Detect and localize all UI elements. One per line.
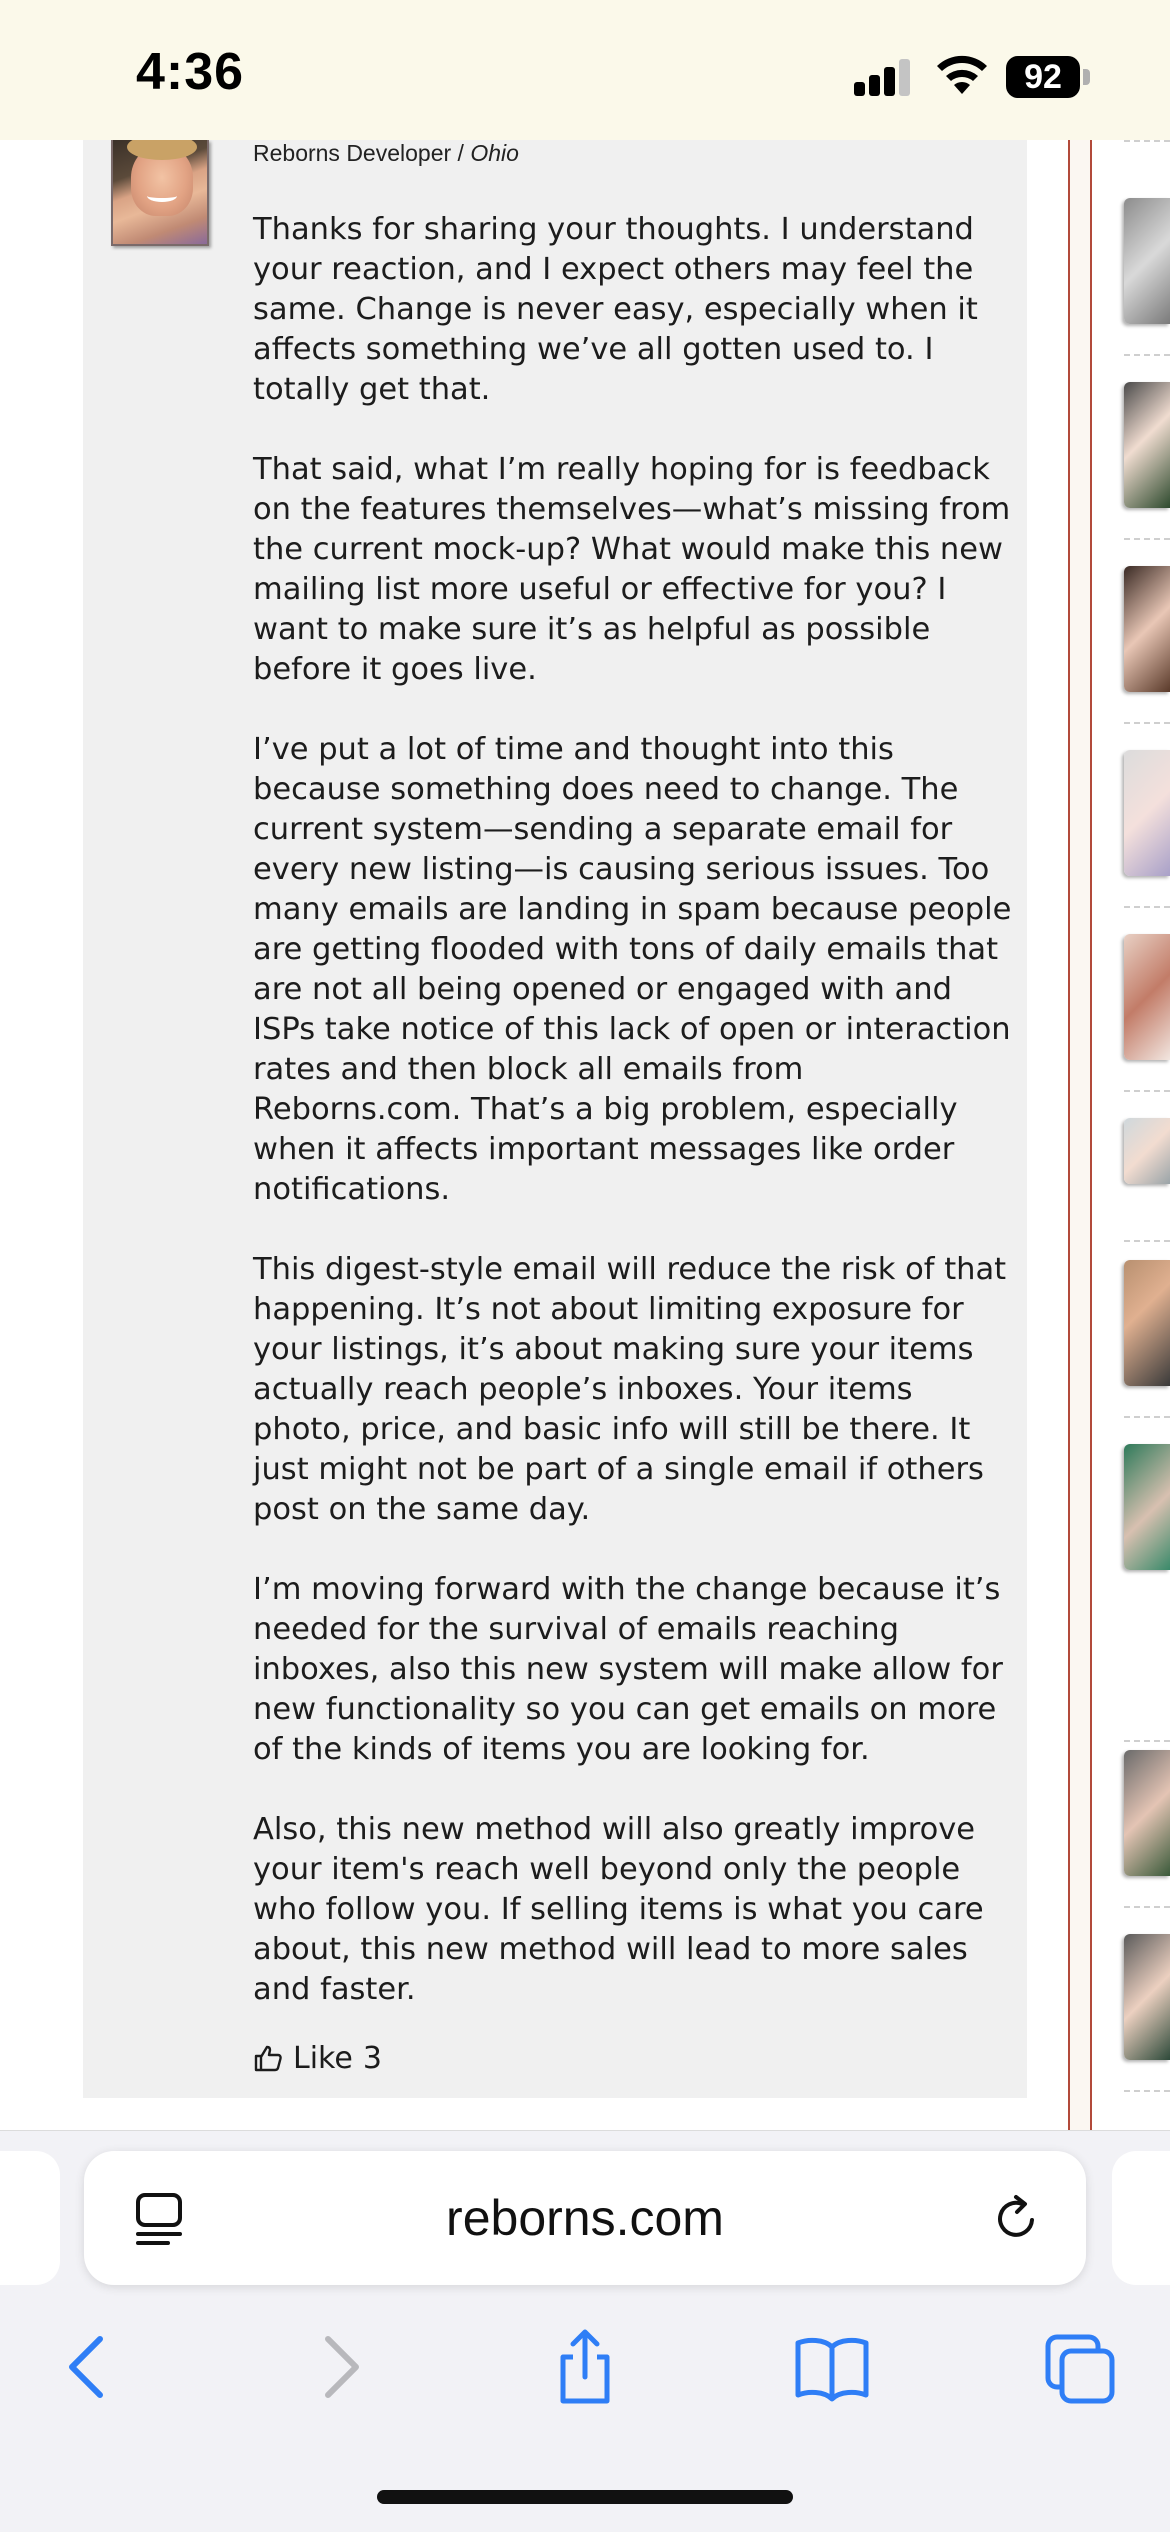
post-body: Thanks for sharing your thoughts. I unde…: [253, 210, 1018, 2050]
previous-tab-pill[interactable]: [0, 2151, 60, 2285]
post-paragraph: Also, this new method will also greatly …: [253, 1812, 984, 2007]
author-location: Ohio: [470, 140, 519, 166]
divider: [1124, 722, 1170, 724]
divider: [1124, 1906, 1170, 1908]
home-indicator[interactable]: [377, 2490, 793, 2504]
status-bar: 4:36 92: [0, 0, 1170, 140]
status-time: 4:36: [136, 43, 245, 101]
divider: [1124, 1740, 1170, 1742]
avatar[interactable]: [111, 140, 209, 246]
battery-level: 92: [1006, 56, 1080, 98]
listing-thumbnail[interactable]: [1124, 1750, 1170, 1876]
page-frame-gutter: [1070, 140, 1090, 2130]
author-separator: /: [451, 140, 471, 166]
back-icon[interactable]: [48, 2327, 128, 2407]
divider: [1124, 1240, 1170, 1242]
listing-thumbnail[interactable]: [1124, 934, 1170, 1060]
battery-icon: 92: [1006, 56, 1092, 98]
like-label: Like: [293, 2040, 353, 2076]
listing-thumbnail[interactable]: [1124, 1934, 1170, 2060]
url-text[interactable]: reborns.com: [84, 2189, 1086, 2247]
page-frame-line: [1068, 140, 1070, 2130]
listing-thumbnail[interactable]: [1124, 1260, 1170, 1386]
listing-thumbnail[interactable]: [1124, 382, 1170, 508]
reload-icon[interactable]: [992, 2193, 1042, 2243]
post-paragraph: This digest-style email will reduce the …: [253, 1252, 1007, 1527]
post-paragraph: Thanks for sharing your thoughts. I unde…: [253, 212, 978, 407]
forum-post: Reborns Developer / Ohio Thanks for shar…: [83, 140, 1027, 2098]
listing-thumbnail[interactable]: [1124, 198, 1170, 324]
share-icon[interactable]: [545, 2327, 625, 2407]
thumbs-up-icon: [254, 2045, 282, 2072]
listing-thumbnail[interactable]: [1124, 750, 1170, 876]
divider: [1124, 1090, 1170, 1092]
divider: [1124, 538, 1170, 540]
forward-icon[interactable]: [300, 2327, 380, 2407]
next-tab-pill[interactable]: [1112, 2151, 1170, 2285]
page-frame-line: [1090, 140, 1092, 2130]
browser-toolbar: reborns.com: [0, 2130, 1170, 2532]
like-count: 3: [362, 2040, 382, 2076]
author-role: Reborns Developer: [253, 140, 452, 166]
tabs-icon[interactable]: [1040, 2327, 1120, 2407]
divider: [1124, 2090, 1170, 2092]
post-paragraph: I’ve put a lot of time and thought into …: [253, 732, 1012, 1207]
listing-thumbnail[interactable]: [1124, 1118, 1170, 1184]
divider: [1124, 140, 1170, 142]
divider: [1124, 1416, 1170, 1418]
like-button[interactable]: Like 3: [253, 2038, 382, 2078]
post-paragraph: That said, what I’m really hoping for is…: [253, 452, 1011, 687]
divider: [1124, 906, 1170, 908]
post-paragraph: I’m moving forward with the change becau…: [253, 1572, 1003, 1767]
listing-thumbnail[interactable]: [1124, 1444, 1170, 1570]
listing-thumbnail[interactable]: [1124, 566, 1170, 692]
author-info: Reborns Developer / Ohio: [253, 140, 519, 167]
address-bar[interactable]: reborns.com: [84, 2151, 1086, 2285]
signal-icon: [854, 56, 914, 96]
divider: [1124, 354, 1170, 356]
bookmarks-icon[interactable]: [792, 2327, 872, 2407]
wifi-icon: [937, 55, 987, 94]
web-page[interactable]: Reborns Developer / Ohio Thanks for shar…: [0, 140, 1170, 2130]
